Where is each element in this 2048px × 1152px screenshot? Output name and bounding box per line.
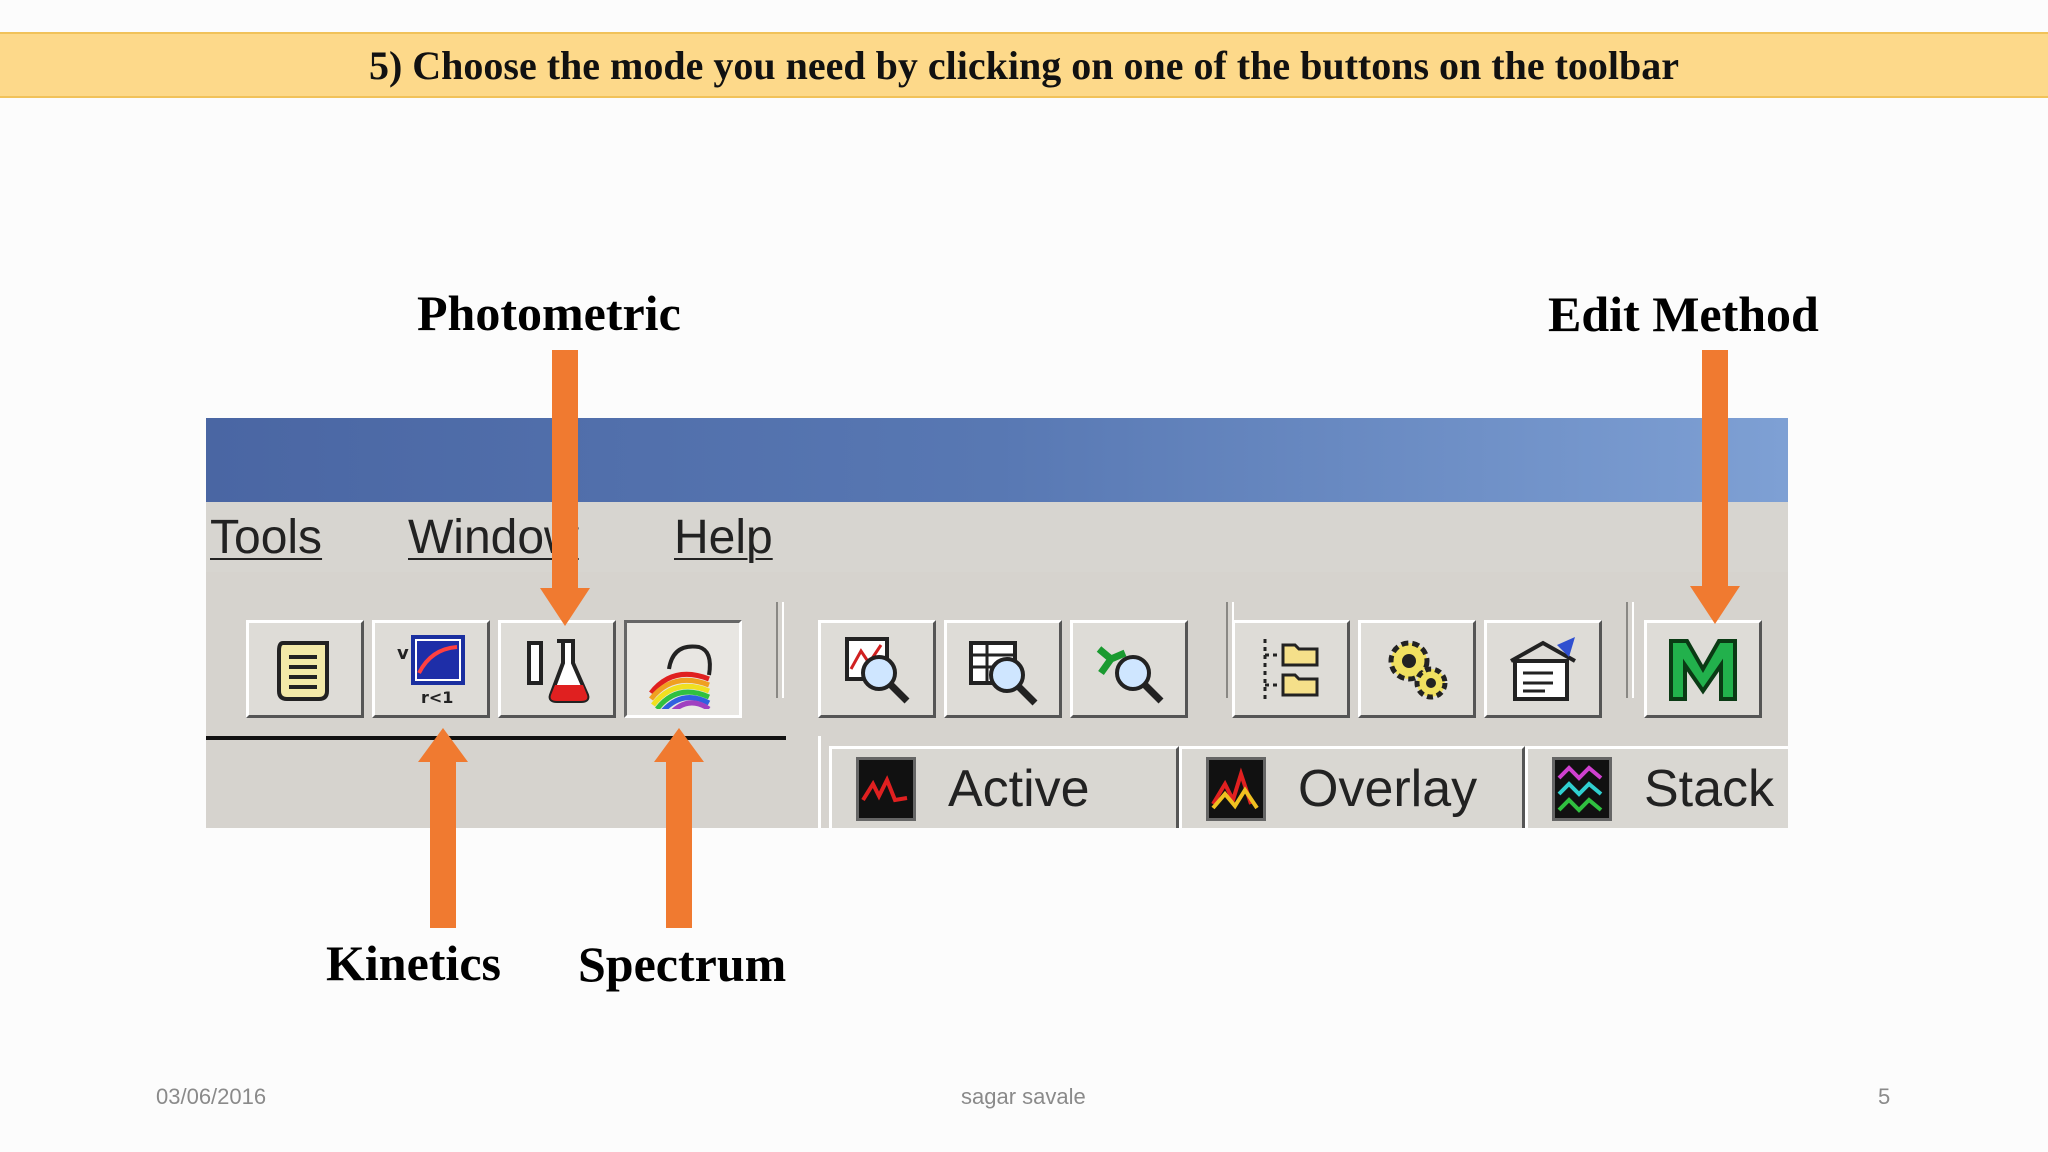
callout-photometric: Photometric — [417, 285, 681, 341]
method-m-icon — [1669, 639, 1737, 701]
zoom-molecule-button[interactable] — [1070, 620, 1188, 718]
folders-button[interactable] — [1232, 620, 1350, 718]
spectrum-button[interactable] — [624, 620, 742, 718]
gear-settings-icon — [1388, 640, 1448, 700]
arrow-up-kinetics — [418, 728, 468, 928]
tab-overlay[interactable]: Overlay — [1179, 746, 1525, 828]
kinetics-button[interactable]: v r<1 — [372, 620, 490, 718]
menu-bar: Tools Window Help — [206, 502, 1788, 572]
zoom-graph-button[interactable] — [818, 620, 936, 718]
spectrum-rainbow-icon — [649, 644, 712, 709]
zoom-molecule-icon — [1096, 646, 1164, 704]
window-title-bar — [206, 418, 1788, 502]
kinetics-icon: v r<1 — [397, 635, 465, 707]
menu-help[interactable]: Help — [674, 510, 773, 565]
zoom-graph-icon — [845, 637, 910, 704]
toolbar-separator — [776, 602, 784, 698]
edit-report-icon — [1510, 637, 1576, 701]
stack-graph-icon — [1552, 756, 1612, 821]
folders-tree-icon — [1263, 639, 1319, 699]
arrow-up-spectrum — [654, 728, 704, 928]
svg-text:r<1: r<1 — [421, 688, 453, 707]
menu-tools[interactable]: Tools — [210, 510, 322, 565]
footer-page-number: 5 — [1878, 1084, 1891, 1109]
tab-stack[interactable]: Stack — [1525, 746, 1788, 828]
arrow-down-edit-method — [1690, 350, 1740, 624]
toolbar-separator — [1626, 602, 1634, 698]
svg-text:v: v — [397, 643, 409, 664]
tab-label: Stack — [1644, 759, 1775, 818]
overlay-graph-icon — [1206, 756, 1266, 821]
active-graph-icon — [856, 756, 916, 821]
settings-button[interactable] — [1358, 620, 1476, 718]
photometric-flask-icon — [527, 639, 590, 703]
report-button[interactable] — [1484, 620, 1602, 718]
slide-title-banner: 5) Choose the mode you need by clicking … — [0, 32, 2048, 98]
tab-active[interactable]: Active — [829, 746, 1179, 828]
scroll-icon — [277, 641, 329, 701]
footer-author: sagar savale — [961, 1084, 1086, 1109]
callout-spectrum: Spectrum — [578, 936, 787, 992]
photometric-button[interactable] — [498, 620, 616, 718]
scroll-button[interactable] — [246, 620, 364, 718]
arrow-down-photometric — [540, 350, 590, 626]
tab-label: Active — [948, 759, 1090, 818]
zoom-table-button[interactable] — [944, 620, 1062, 718]
footer-date: 03/06/2016 — [156, 1084, 267, 1109]
view-tab-strip: Active Overlay Stack — [818, 736, 1788, 828]
edit-method-button[interactable] — [1644, 620, 1762, 718]
tab-label: Overlay — [1298, 759, 1478, 818]
callout-edit-method: Edit Method — [1548, 286, 1819, 342]
callout-kinetics: Kinetics — [326, 935, 501, 991]
slide-title: 5) Choose the mode you need by clicking … — [368, 42, 1680, 88]
zoom-table-icon — [969, 641, 1038, 706]
